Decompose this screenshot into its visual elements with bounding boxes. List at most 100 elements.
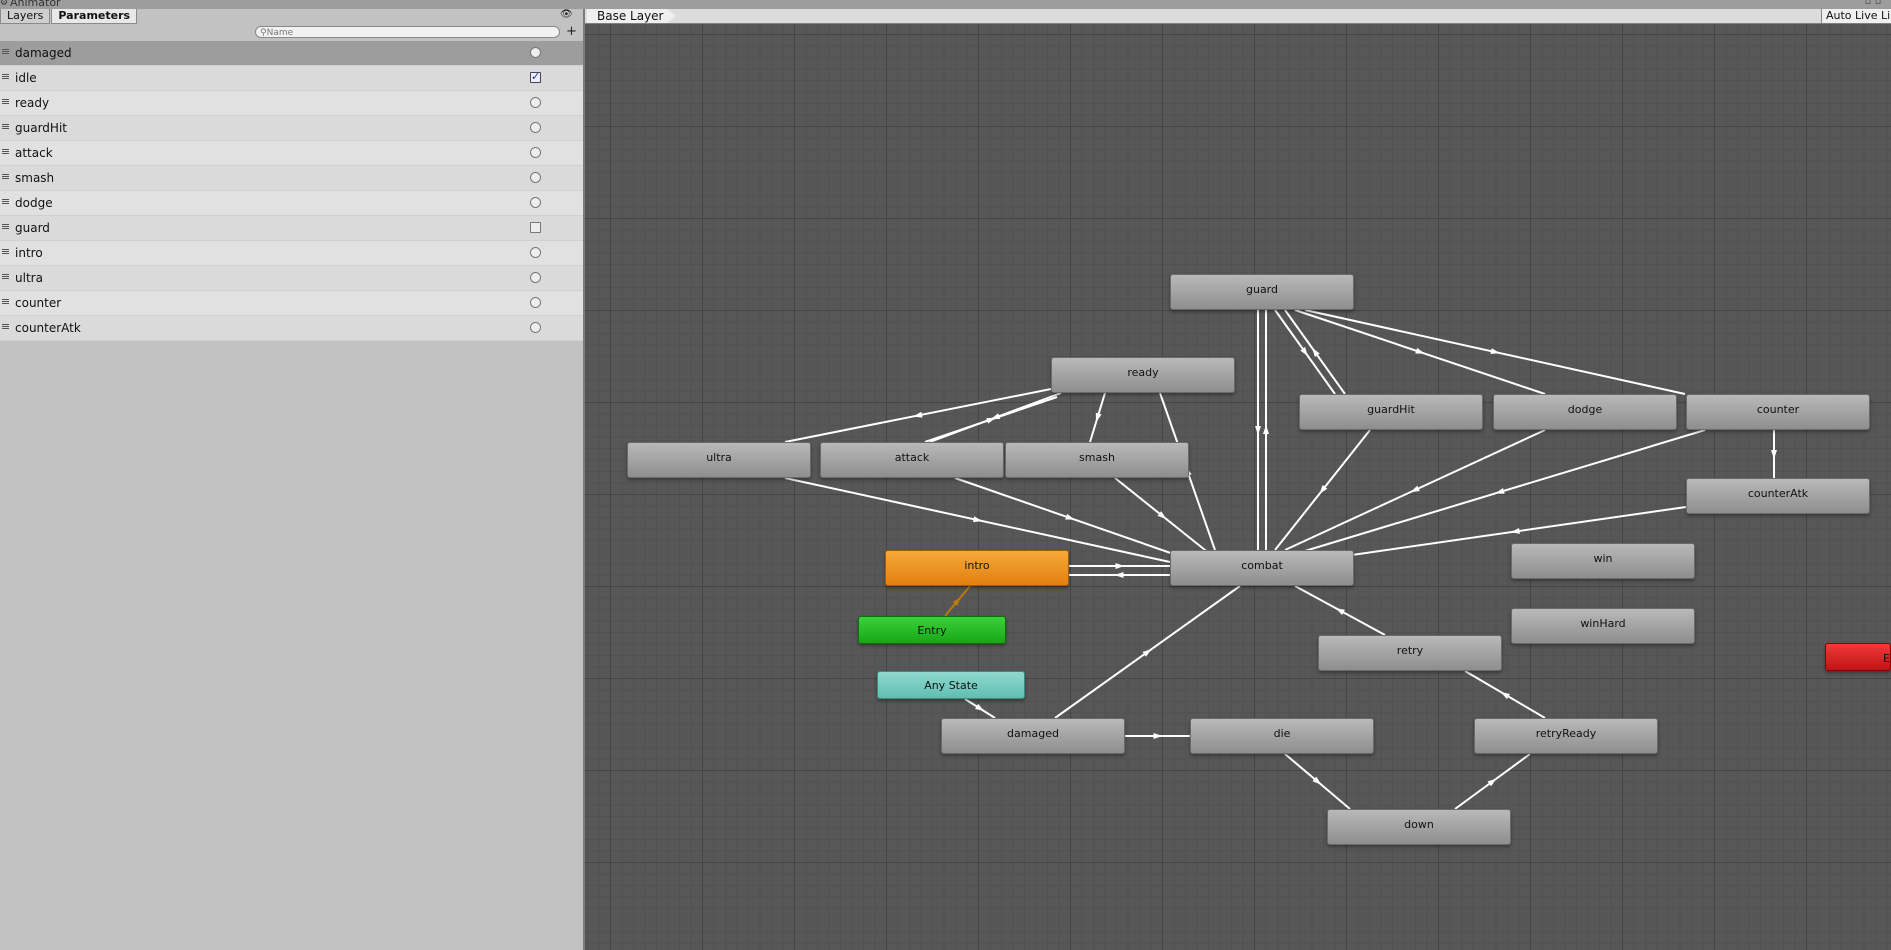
transition-counter-combat-arrow [1495, 487, 1505, 494]
parameter-name: smash [15, 171, 55, 185]
parameter-name: dodge [15, 196, 53, 210]
parameter-name: ultra [15, 271, 43, 285]
drag-handle-icon[interactable] [2, 74, 9, 79]
parameter-row-counter[interactable]: counter [0, 291, 583, 316]
drag-handle-icon[interactable] [2, 249, 9, 254]
parameter-trigger-radio[interactable] [530, 147, 541, 158]
parameter-row-idle[interactable]: idle [0, 66, 583, 91]
state-win[interactable]: win [1511, 543, 1695, 579]
panel-tabs: Layers Parameters [0, 9, 138, 24]
search-input[interactable]: ⚲Name [255, 26, 560, 38]
parameter-name: counterAtk [15, 321, 81, 335]
parameter-trigger-radio[interactable] [530, 272, 541, 283]
parameter-checkbox[interactable] [530, 70, 541, 83]
state-winHard[interactable]: winHard [1511, 608, 1695, 644]
drag-handle-icon[interactable] [2, 299, 9, 304]
parameter-name: guardHit [15, 121, 67, 135]
state-attack[interactable]: attack [820, 442, 1004, 478]
transition-damaged-die-arrow [1153, 733, 1163, 739]
search-icon: ⚲ [260, 28, 267, 38]
parameter-row-smash[interactable]: smash [0, 166, 583, 191]
tab-layers[interactable]: Layers [0, 9, 51, 24]
transition-counter-counteratk-arrow [1771, 449, 1777, 459]
state-any-state[interactable]: Any State [877, 671, 1025, 699]
transition-anystate-damaged-arrow [975, 703, 985, 712]
drag-handle-icon[interactable] [2, 124, 9, 129]
parameter-trigger-radio[interactable] [530, 322, 541, 333]
state-ultra[interactable]: ultra [627, 442, 811, 478]
transition-attack-combat-arrow [1065, 513, 1075, 520]
search-row: ⚲Name + [0, 24, 583, 41]
transition-combat-intro-arrow [1114, 572, 1124, 578]
parameter-trigger-radio[interactable] [530, 197, 541, 208]
window-title: Animator [10, 0, 61, 9]
parameter-row-guardHit[interactable]: guardHit [0, 116, 583, 141]
state-retry[interactable]: retry [1318, 635, 1502, 671]
state-machine-graph[interactable]: Base Layer Auto Live Li guard ready guar… [585, 9, 1891, 950]
tab-parameters[interactable]: Parameters [51, 9, 138, 24]
parameter-row-damaged[interactable]: damaged [0, 41, 583, 66]
state-damaged[interactable]: damaged [941, 718, 1125, 754]
state-guard[interactable]: guard [1170, 274, 1354, 310]
parameter-row-ready[interactable]: ready [0, 91, 583, 116]
transition-guard-combat-arrow [1255, 425, 1261, 435]
transition-attack-ready-arrow [986, 417, 996, 424]
state-dodge[interactable]: dodge [1493, 394, 1677, 430]
parameter-name: damaged [15, 46, 72, 60]
state-exit[interactable]: E [1825, 643, 1891, 671]
drag-handle-icon[interactable] [2, 149, 9, 154]
window-controls[interactable]: ▫▫ [1865, 0, 1885, 7]
state-down[interactable]: down [1327, 809, 1511, 845]
drag-handle-icon[interactable] [2, 99, 9, 104]
parameter-row-dodge[interactable]: dodge [0, 191, 583, 216]
transition-retryready-retry-arrow [1500, 691, 1510, 700]
parameter-trigger-radio[interactable] [530, 97, 541, 108]
state-die[interactable]: die [1190, 718, 1374, 754]
transition-dodge-combat-arrow [1410, 485, 1420, 493]
parameter-trigger-radio[interactable] [530, 297, 541, 308]
left-panel: Layers Parameters 👁 ⚲Name + damaged idle r… [0, 9, 585, 950]
parameter-name: guard [15, 221, 50, 235]
add-parameter-button[interactable]: + [566, 24, 577, 40]
parameter-trigger-radio[interactable] [530, 47, 541, 58]
animator-icon: ⚙ [0, 0, 9, 8]
drag-handle-icon[interactable] [2, 224, 9, 229]
drag-handle-icon[interactable] [2, 274, 9, 279]
search-placeholder: Name [266, 28, 294, 38]
parameter-trigger-radio[interactable] [530, 172, 541, 183]
parameter-name: ready [15, 96, 50, 110]
drag-handle-icon[interactable] [2, 324, 9, 329]
state-counter[interactable]: counter [1686, 394, 1870, 430]
drag-handle-icon[interactable] [2, 199, 9, 204]
parameter-row-ultra[interactable]: ultra [0, 266, 583, 291]
parameter-trigger-radio[interactable] [530, 122, 541, 133]
state-ready[interactable]: ready [1051, 357, 1235, 393]
state-counterAtk[interactable]: counterAtk [1686, 478, 1870, 514]
transition-guard-dodge-arrow [1415, 347, 1425, 354]
transition-intro-combat-arrow [1115, 563, 1125, 569]
drag-handle-icon[interactable] [2, 174, 9, 179]
state-combat[interactable]: combat [1170, 550, 1354, 586]
state-retryReady[interactable]: retryReady [1474, 718, 1658, 754]
transition-guard-counter-arrow [1490, 348, 1500, 355]
parameter-list: damaged idle ready guardHit attack smash dodge… [0, 41, 583, 341]
state-entry[interactable]: Entry [858, 616, 1006, 644]
parameter-row-attack[interactable]: attack [0, 141, 583, 166]
parameter-name: intro [15, 246, 43, 260]
parameter-trigger-radio[interactable] [530, 247, 541, 258]
eye-icon[interactable]: 👁 [560, 9, 573, 20]
parameter-row-counterAtk[interactable]: counterAtk [0, 316, 583, 341]
transition-ready-smash-arrow [1095, 412, 1102, 423]
drag-handle-icon[interactable] [2, 49, 9, 54]
parameter-row-guard[interactable]: guard [0, 216, 583, 241]
transition-ultra-combat-arrow [972, 516, 983, 523]
state-intro[interactable]: intro [885, 550, 1069, 586]
state-guardHit[interactable]: guardHit [1299, 394, 1483, 430]
transition-combat-guard-arrow [1263, 425, 1269, 435]
parameter-name: idle [15, 71, 37, 85]
parameter-row-intro[interactable]: intro [0, 241, 583, 266]
state-smash[interactable]: smash [1005, 442, 1189, 478]
transition-retry-combat-arrow [1335, 608, 1345, 616]
parameter-name: counter [15, 296, 62, 310]
parameter-checkbox[interactable] [530, 222, 541, 233]
